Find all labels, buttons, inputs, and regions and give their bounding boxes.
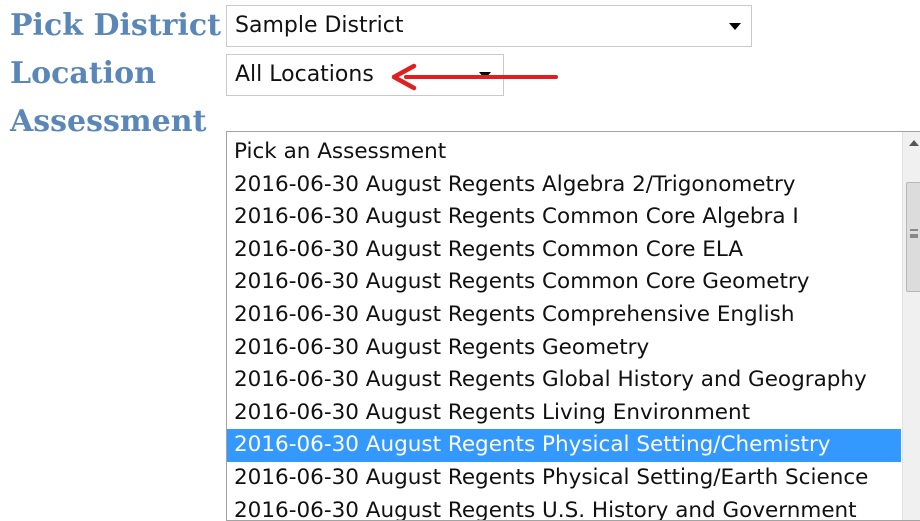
location-label: Location — [10, 56, 156, 91]
assessment-label: Assessment — [10, 104, 207, 139]
location-select-value: All Locations — [235, 62, 374, 87]
district-select[interactable]: Sample District — [226, 5, 752, 47]
list-item[interactable]: 2016-06-30 August Regents Common Core Ge… — [227, 266, 901, 299]
list-item[interactable]: 2016-06-30 August Regents Comprehensive … — [227, 299, 901, 332]
list-item[interactable]: 2016-06-30 August Regents Common Core EL… — [227, 234, 901, 267]
list-item[interactable]: 2016-06-30 August Regents Common Core Al… — [227, 201, 901, 234]
list-item-selected[interactable]: 2016-06-30 August Regents Physical Setti… — [227, 429, 901, 462]
grip-icon — [910, 229, 918, 238]
scroll-up-icon[interactable] — [903, 132, 920, 154]
assessment-options: Pick an Assessment 2016-06-30 August Rege… — [227, 136, 901, 520]
list-item[interactable]: 2016-06-30 August Regents Physical Setti… — [227, 462, 901, 495]
list-item[interactable]: Pick an Assessment — [227, 136, 901, 169]
list-item[interactable]: 2016-06-30 August Regents Living Environ… — [227, 397, 901, 430]
scroll-thumb[interactable] — [906, 182, 920, 292]
assessment-listbox[interactable]: Pick an Assessment 2016-06-30 August Rege… — [226, 131, 920, 521]
list-item[interactable]: 2016-06-30 August Regents Geometry — [227, 332, 901, 365]
list-item[interactable]: 2016-06-30 August Regents Algebra 2/Trig… — [227, 169, 901, 202]
district-select-value: Sample District — [235, 13, 404, 38]
pick-district-label: Pick District — [10, 8, 221, 43]
list-item[interactable]: 2016-06-30 August Regents Global History… — [227, 364, 901, 397]
red-arrow-icon — [391, 63, 558, 91]
scrollbar[interactable] — [902, 132, 920, 520]
chevron-down-icon — [729, 23, 741, 30]
